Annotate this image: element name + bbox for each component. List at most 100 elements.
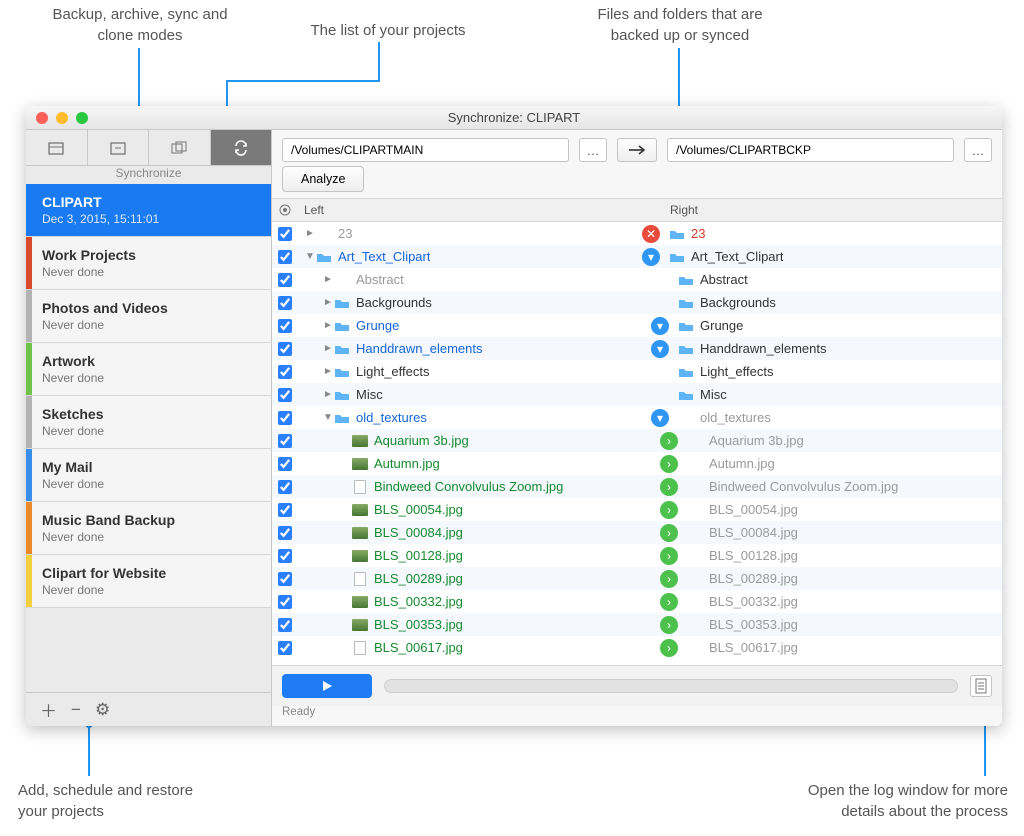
- row-checkbox[interactable]: [278, 342, 292, 356]
- file-row[interactable]: ▼old_textures▾old_textures: [272, 406, 1002, 429]
- disclosure-triangle-icon[interactable]: ►: [322, 366, 334, 377]
- row-checkbox[interactable]: [278, 549, 292, 563]
- left-filename: Abstract: [356, 272, 404, 287]
- disclosure-triangle-icon[interactable]: ►: [322, 320, 334, 331]
- image-thumb-icon: [352, 434, 368, 448]
- app-window: Synchronize: CLIPART Synchronize CLIPART…: [26, 106, 1002, 726]
- right-path-browse-button[interactable]: …: [964, 138, 992, 162]
- row-checkbox[interactable]: [278, 273, 292, 287]
- file-row[interactable]: Bindweed Convolvulus Zoom.jpg›Bindweed C…: [272, 475, 1002, 498]
- copy-right-badge-icon: ›: [660, 432, 678, 450]
- disclosure-triangle-icon[interactable]: ►: [322, 274, 334, 285]
- image-thumb-icon: [352, 526, 368, 540]
- window-title: Synchronize: CLIPART: [26, 110, 1002, 125]
- left-filename: BLS_00617.jpg: [374, 640, 463, 655]
- file-row[interactable]: BLS_00353.jpg›BLS_00353.jpg: [272, 613, 1002, 636]
- log-button[interactable]: [970, 675, 992, 697]
- right-filename: 23: [691, 226, 705, 241]
- left-column-header[interactable]: Left: [298, 199, 636, 221]
- right-column-header[interactable]: Right: [664, 199, 1002, 221]
- file-row[interactable]: ▼Art_Text_Clipart▾Art_Text_Clipart: [272, 245, 1002, 268]
- right-path-input[interactable]: [667, 138, 954, 162]
- row-checkbox[interactable]: [278, 250, 292, 264]
- file-row[interactable]: BLS_00289.jpg›BLS_00289.jpg: [272, 567, 1002, 590]
- annotation-log: Open the log window for more details abo…: [748, 780, 1008, 822]
- disclosure-triangle-icon[interactable]: ►: [322, 343, 334, 354]
- left-filename: Backgrounds: [356, 295, 432, 310]
- right-filename: Misc: [700, 387, 727, 402]
- select-all-checkbox[interactable]: [272, 199, 298, 221]
- file-row[interactable]: Aquarium 3b.jpg›Aquarium 3b.jpg: [272, 429, 1002, 452]
- row-checkbox[interactable]: [278, 319, 292, 333]
- copy-right-badge-icon: ›: [660, 501, 678, 519]
- project-item[interactable]: ArtworkNever done: [26, 343, 271, 396]
- mode-sync-button[interactable]: [211, 130, 272, 165]
- row-checkbox[interactable]: [278, 411, 292, 425]
- file-row[interactable]: ►23✕23: [272, 222, 1002, 245]
- left-filename: BLS_00289.jpg: [374, 571, 463, 586]
- add-project-button[interactable]: ＋: [40, 697, 57, 722]
- row-checkbox[interactable]: [278, 572, 292, 586]
- progress-bar: [384, 679, 958, 693]
- file-list[interactable]: ►23✕23▼Art_Text_Clipart▾Art_Text_Clipart…: [272, 222, 1002, 665]
- row-checkbox[interactable]: [278, 480, 292, 494]
- sync-direction-button[interactable]: [617, 138, 657, 162]
- project-item[interactable]: Photos and VideosNever done: [26, 290, 271, 343]
- row-checkbox[interactable]: [278, 503, 292, 517]
- mode-archive-button[interactable]: [88, 130, 150, 165]
- project-item[interactable]: SketchesNever done: [26, 396, 271, 449]
- file-row[interactable]: BLS_00054.jpg›BLS_00054.jpg: [272, 498, 1002, 521]
- file-row[interactable]: ►MiscMisc: [272, 383, 1002, 406]
- annotation-modes: Backup, archive, sync and clone modes: [40, 4, 240, 46]
- file-row[interactable]: ►Handdrawn_elements▾Handdrawn_elements: [272, 337, 1002, 360]
- right-filename: Abstract: [700, 272, 748, 287]
- project-item[interactable]: Work ProjectsNever done: [26, 237, 271, 290]
- disclosure-triangle-icon[interactable]: ►: [322, 297, 334, 308]
- project-item[interactable]: Music Band BackupNever done: [26, 502, 271, 555]
- project-item[interactable]: CLIPARTDec 3, 2015, 15:11:01: [26, 184, 271, 237]
- file-row[interactable]: BLS_00128.jpg›BLS_00128.jpg: [272, 544, 1002, 567]
- mode-clone-button[interactable]: [149, 130, 211, 165]
- mode-backup-button[interactable]: [26, 130, 88, 165]
- project-status: Dec 3, 2015, 15:11:01: [42, 212, 259, 226]
- left-filename: BLS_00084.jpg: [374, 525, 463, 540]
- content-area: … … Analyze Left Right ►23✕23▼Art_Text_C…: [272, 130, 1002, 726]
- row-checkbox[interactable]: [278, 595, 292, 609]
- sync-down-badge-icon: ▾: [651, 317, 669, 335]
- row-checkbox[interactable]: [278, 388, 292, 402]
- project-settings-button[interactable]: ⚙: [95, 700, 110, 720]
- row-checkbox[interactable]: [278, 227, 292, 241]
- disclosure-triangle-icon[interactable]: ▼: [304, 251, 316, 262]
- disclosure-triangle-icon[interactable]: ►: [322, 389, 334, 400]
- file-row[interactable]: ►Light_effectsLight_effects: [272, 360, 1002, 383]
- row-checkbox[interactable]: [278, 641, 292, 655]
- analyze-button[interactable]: Analyze: [282, 166, 364, 192]
- file-icon: [352, 480, 368, 494]
- file-row[interactable]: ►BackgroundsBackgrounds: [272, 291, 1002, 314]
- left-path-browse-button[interactable]: …: [579, 138, 607, 162]
- image-thumb-icon: [352, 595, 368, 609]
- file-row[interactable]: BLS_00332.jpg›BLS_00332.jpg: [272, 590, 1002, 613]
- row-checkbox[interactable]: [278, 526, 292, 540]
- row-checkbox[interactable]: [278, 618, 292, 632]
- right-filename: Handdrawn_elements: [700, 341, 826, 356]
- left-path-input[interactable]: [282, 138, 569, 162]
- file-row[interactable]: ► Abstract Abstract: [272, 268, 1002, 291]
- row-checkbox[interactable]: [278, 434, 292, 448]
- file-row[interactable]: BLS_00084.jpg›BLS_00084.jpg: [272, 521, 1002, 544]
- row-checkbox[interactable]: [278, 365, 292, 379]
- run-button[interactable]: [282, 674, 372, 698]
- project-item[interactable]: Clipart for WebsiteNever done: [26, 555, 271, 608]
- file-row[interactable]: BLS_00617.jpg›BLS_00617.jpg: [272, 636, 1002, 659]
- project-item[interactable]: My MailNever done: [26, 449, 271, 502]
- row-checkbox[interactable]: [278, 296, 292, 310]
- file-row[interactable]: Autumn.jpg›Autumn.jpg: [272, 452, 1002, 475]
- copy-right-badge-icon: ›: [660, 478, 678, 496]
- disclosure-triangle-icon[interactable]: ►: [304, 228, 316, 239]
- row-checkbox[interactable]: [278, 457, 292, 471]
- file-row[interactable]: ►Grunge▾Grunge: [272, 314, 1002, 337]
- remove-project-button[interactable]: −: [71, 700, 81, 720]
- left-filename: Light_effects: [356, 364, 429, 379]
- sync-icon: [232, 140, 250, 156]
- disclosure-triangle-icon[interactable]: ▼: [322, 412, 334, 423]
